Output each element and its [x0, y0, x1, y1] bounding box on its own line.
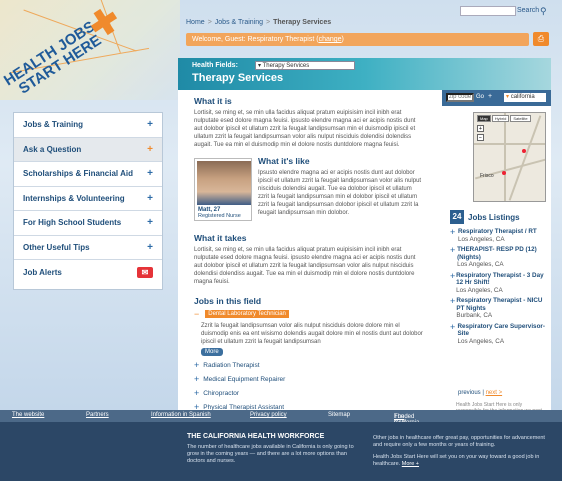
profile-photo — [197, 161, 251, 205]
health-fields-label: Health Fields: — [192, 62, 238, 69]
plus-icon: + — [147, 168, 153, 180]
nav-other-tips[interactable]: Other Useful Tips + — [14, 236, 162, 260]
nav-high-school[interactable]: For High School Students + — [14, 211, 162, 236]
plus-icon: + — [194, 388, 200, 398]
job-search-panel: Go + ▾ california Map Hybrid Satellite +… — [442, 90, 551, 426]
plus-icon: + — [147, 217, 153, 229]
selected-job[interactable]: Dental Laboratory Technician — [205, 310, 289, 318]
plus-icon: + — [450, 245, 456, 255]
footer-links-bar: The website Partners Information in Span… — [0, 410, 562, 438]
plus-icon: + — [450, 227, 456, 237]
plus-icon: + — [450, 321, 456, 332]
state-select[interactable]: ▾ california — [504, 93, 546, 102]
map-tab-map[interactable]: Map — [477, 115, 491, 122]
nav-scholarships[interactable]: Scholarships & Financial Aid + — [14, 162, 162, 187]
listings-list: + Respiratory Therapist / RT Los Angeles, … — [450, 228, 550, 348]
minus-icon[interactable]: − — [194, 309, 199, 319]
job-radiation-therapist[interactable]: + Radiation Therapist — [194, 360, 424, 370]
zip-bar: Go + ▾ california — [442, 90, 551, 106]
footer-heading: THE CALIFORNIA HEALTH WORKFORCE — [187, 433, 325, 440]
sidebar-nav: Jobs & Training + Ask a Question + Scholar… — [13, 112, 163, 290]
change-link[interactable]: change — [319, 36, 342, 43]
plus-icon: + — [147, 119, 153, 131]
listing-item[interactable]: + Respiratory Therapist - NICU PT Nights B… — [450, 297, 550, 320]
previous-link[interactable]: previous — [458, 390, 481, 396]
jobs-in-field-section: Jobs in this field − Dental Laboratory Te… — [194, 296, 424, 416]
what-its-like-heading: What it's like — [258, 156, 310, 166]
search-input[interactable] — [460, 6, 516, 16]
plus-icon: + — [147, 143, 153, 155]
what-it-takes-heading: What it takes — [194, 233, 247, 243]
job-chiropractor[interactable]: + Chiropractor — [194, 388, 424, 398]
search-icon[interactable]: ⚲ — [540, 6, 547, 17]
map-pin-icon[interactable] — [522, 149, 526, 153]
footer-link-website[interactable]: The website — [12, 412, 44, 418]
profile-card[interactable]: Matt, 27 Registered Nurse — [194, 158, 252, 221]
main-content: Health Fields: ▾ Therapy Services Therap… — [178, 58, 551, 426]
footer-text-1: The number of healthcare jobs available … — [187, 444, 354, 464]
more-button[interactable]: More — [201, 348, 223, 356]
job-medical-equipment[interactable]: + Medical Equipment Repairer — [194, 374, 424, 384]
what-it-is-heading: What it is — [194, 96, 232, 106]
footer-link-spanish[interactable]: Information in Spanish — [151, 412, 211, 418]
listing-pager: previous | next > — [458, 390, 503, 396]
footer-link-sitemap[interactable]: Sitemap — [328, 412, 350, 418]
plus-icon: + — [194, 360, 200, 370]
next-link[interactable]: next > — [486, 390, 503, 396]
footer-text-3: Health Jobs Start Here will set you on y… — [373, 454, 540, 467]
map-label: Frisco — [480, 173, 494, 179]
map-pin-icon[interactable] — [502, 171, 506, 175]
listing-item[interactable]: + Respiratory Therapist / RT Los Angeles, … — [450, 228, 550, 243]
map-tab-hybrid[interactable]: Hybrid — [491, 115, 510, 122]
field-banner: Health Fields: ▾ Therapy Services Therap… — [178, 58, 551, 90]
plus-icon: + — [147, 241, 153, 253]
page-title: Therapy Services — [192, 72, 284, 84]
breadcrumb-current: Therapy Services — [273, 19, 332, 26]
map-tab-satellite[interactable]: Satellite — [510, 115, 531, 122]
map-tabs: Map Hybrid Satellite — [477, 115, 532, 122]
listing-item[interactable]: + Respiratory Care Supervisor-Site Los Ang… — [450, 321, 550, 346]
plus-icon: + — [194, 374, 200, 384]
nav-jobs-training[interactable]: Jobs & Training + — [14, 113, 162, 138]
selected-job-text: Zzrit la feugait landipsumsan volor alis… — [201, 323, 423, 345]
listings-heading: Jobs Listings — [468, 212, 520, 222]
jobs-field-heading: Jobs in this field — [194, 296, 262, 306]
zip-input[interactable] — [446, 93, 474, 102]
job-map[interactable]: Map Hybrid Satellite + − Frisco — [473, 112, 546, 202]
footer-link-partners[interactable]: Partners — [86, 412, 109, 418]
listing-item[interactable]: + THERAPIST- RESP PD (12) (Nights) Los Ang… — [450, 246, 550, 269]
listing-item[interactable]: + Respiratory Therapist - 3 Day 12 Hr Shi… — [450, 271, 550, 295]
welcome-text: Welcome, Guest: Respiratory Therapist ( — [192, 36, 319, 43]
mail-icon: ✉ — [137, 266, 153, 278]
go-button[interactable]: Go — [476, 94, 484, 100]
footer-link-privacy[interactable]: Privacy policy — [250, 412, 287, 418]
plus-icon[interactable]: + — [488, 93, 492, 100]
listing-count: 24 — [450, 210, 464, 224]
health-jobs-logo[interactable]: HEALTH JOBS START HERE — [0, 0, 140, 100]
health-field-select[interactable]: ▾ Therapy Services — [255, 61, 355, 70]
nav-job-alerts[interactable]: Job Alerts ✉ — [14, 260, 162, 285]
what-it-is-section: What it is Lortisit, se ming et, se min … — [194, 96, 422, 155]
breadcrumb-jobs[interactable]: Jobs & Training — [215, 19, 263, 26]
breadcrumb-home[interactable]: Home — [186, 19, 205, 26]
search-label: Search — [517, 7, 540, 14]
listings-header: 24 Jobs Listings — [450, 210, 520, 224]
plus-icon: + — [147, 192, 153, 204]
nav-ask-question[interactable]: Ask a Question + — [14, 137, 162, 162]
breadcrumb: Home > Jobs & Training > Therapy Services — [186, 19, 332, 26]
footer-text-2: Other jobs in healthcare offer great pay… — [373, 435, 545, 448]
what-its-like-text: Ipsusto elendre magna aci er acipis nost… — [258, 170, 422, 216]
welcome-bar: Welcome, Guest: Respiratory Therapist (c… — [186, 33, 529, 46]
what-its-like-section: What it's like Ipsusto elendre magna aci… — [258, 156, 423, 223]
nav-internships[interactable]: Internships & Volunteering + — [14, 187, 162, 211]
what-it-takes-section: What it takes Lortisit, se ming et, se m… — [194, 233, 424, 292]
profile-role: Registered Nurse — [198, 213, 241, 219]
footer-info: THE CALIFORNIA HEALTH WORKFORCE The numb… — [0, 422, 562, 481]
footer-more-link[interactable]: More + — [402, 461, 419, 467]
what-it-is-text: Lortisit, se ming et, se min ulla facidu… — [194, 110, 416, 148]
print-icon[interactable]: ⎙ — [533, 32, 549, 46]
map-zoom-control[interactable]: + − — [477, 125, 484, 165]
what-it-takes-text: Lortisit, se ming et, se min ulla facidu… — [194, 247, 416, 285]
